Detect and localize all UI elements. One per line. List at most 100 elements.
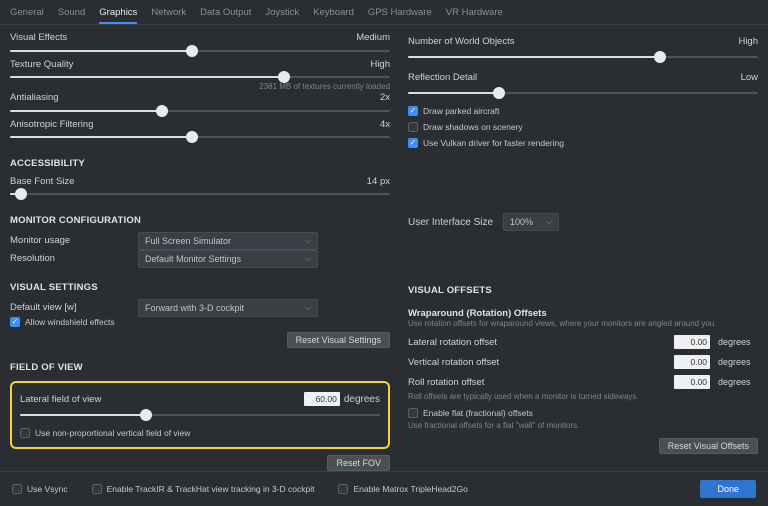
lateral-fov-input[interactable] [304,392,340,406]
tab-graphics[interactable]: Graphics [99,4,137,24]
checkbox-icon [408,408,418,418]
reflection-slider[interactable] [408,87,758,99]
texture-quality-label: Texture Quality [10,59,350,70]
default-view-value: Forward with 3-D cockpit [145,303,244,313]
monitor-usage-value: Full Screen Simulator [145,236,231,246]
settings-body: Visual EffectsMedium Texture QualityHigh… [0,25,768,471]
anisotropic-slider[interactable] [10,131,390,139]
draw-parked-label: Draw parked aircraft [423,106,500,116]
world-objects-label: Number of World Objects [408,36,718,47]
visual-settings-head: VISUAL SETTINGS [10,282,390,293]
tab-network[interactable]: Network [151,4,186,24]
base-font-value: 14 px [350,176,390,187]
checkbox-icon [20,428,30,438]
tab-sound[interactable]: Sound [58,4,85,24]
resolution-value: Default Monitor Settings [145,254,241,264]
resolution-label: Resolution [10,253,130,264]
default-view-select[interactable]: Forward with 3-D cockpit ⌵ [138,299,318,317]
wraparound-head: Wraparound (Rotation) Offsets [408,308,758,319]
allow-windshield-check[interactable]: ✓ Allow windshield effects [10,317,390,328]
monitor-usage-label: Monitor usage [10,235,130,246]
checkbox-icon [408,122,418,132]
default-view-label: Default view [w] [10,302,130,313]
base-font-slider[interactable] [10,188,390,196]
base-font-label: Base Font Size [10,176,350,187]
world-objects-value: High [718,36,758,47]
use-vsync-check[interactable]: Use Vsync [12,481,68,497]
chevron-down-icon: ⌵ [305,236,311,246]
visual-effects-value: Medium [350,32,390,43]
lateral-offset-input[interactable] [674,335,710,349]
antialiasing-slider[interactable] [10,105,390,113]
vertical-offset-input[interactable] [674,355,710,369]
use-vulkan-label: Use Vulkan driver for faster rendering [423,138,564,148]
tab-keyboard[interactable]: Keyboard [313,4,354,24]
wraparound-desc: Use rotation offsets for wraparound view… [408,319,758,328]
nonprop-fov-check[interactable]: Use non-proportional vertical field of v… [20,425,380,441]
lateral-fov-slider[interactable] [20,409,380,421]
tab-data-output[interactable]: Data Output [200,4,251,24]
visual-effects-slider[interactable] [10,45,390,53]
allow-windshield-label: Allow windshield effects [25,317,115,327]
monitor-usage-select[interactable]: Full Screen Simulator ⌵ [138,232,318,250]
checkbox-icon: ✓ [10,317,20,327]
ui-size-value: 100% [510,217,533,227]
draw-shadows-label: Draw shadows on scenery [423,122,523,132]
lateral-offset-label: Lateral rotation offset [408,337,666,348]
left-column: Visual EffectsMedium Texture QualityHigh… [10,31,390,471]
monitor-config-head: MONITOR CONFIGURATION [10,215,390,226]
checkbox-icon: ✓ [408,106,418,116]
anisotropic-value: 4x [350,119,390,130]
reset-visual-settings-button[interactable]: Reset Visual Settings [287,332,390,348]
checkbox-icon: ✓ [408,138,418,148]
roll-offset-unit: degrees [718,377,758,387]
nonprop-fov-label: Use non-proportional vertical field of v… [35,428,190,438]
visual-offsets-head: VISUAL OFFSETS [408,285,758,296]
use-vulkan-check[interactable]: ✓ Use Vulkan driver for faster rendering [408,135,758,151]
flat-offsets-label: Enable flat (fractional) offsets [423,408,533,418]
draw-shadows-check[interactable]: Draw shadows on scenery [408,119,758,135]
tab-gps-hardware[interactable]: GPS Hardware [368,4,432,24]
antialiasing-label: Antialiasing [10,92,350,103]
ui-size-select[interactable]: 100% ⌵ [503,213,559,231]
draw-parked-check[interactable]: ✓ Draw parked aircraft [408,103,758,119]
use-vsync-label: Use Vsync [27,484,68,494]
fov-head: FIELD OF VIEW [10,362,390,373]
reflection-value: Low [718,72,758,83]
resolution-select[interactable]: Default Monitor Settings⌵ [138,250,318,268]
antialiasing-value: 2x [350,92,390,103]
done-button[interactable]: Done [700,480,756,498]
reset-fov-button[interactable]: Reset FOV [327,455,390,471]
texture-quality-value: High [350,59,390,70]
texture-quality-slider[interactable] [10,71,390,79]
vertical-offset-unit: degrees [718,357,758,367]
fov-highlight-box: Lateral field of view degrees Use non-pr… [10,381,390,449]
lateral-fov-unit: degrees [344,394,380,405]
tab-joystick[interactable]: Joystick [265,4,299,24]
tab-vr-hardware[interactable]: VR Hardware [446,4,503,24]
reset-visual-offsets-button[interactable]: Reset Visual Offsets [659,438,758,454]
right-column: Number of World ObjectsHigh Reflection D… [408,31,758,471]
enable-trackir-check[interactable]: Enable TrackIR & TrackHat view tracking … [92,481,315,497]
flat-offsets-check[interactable]: Enable flat (fractional) offsets [408,405,758,421]
checkbox-icon [12,484,22,494]
enable-trackir-label: Enable TrackIR & TrackHat view tracking … [107,484,315,494]
lateral-fov-label: Lateral field of view [20,394,304,405]
roll-offset-label: Roll rotation offset [408,377,666,388]
tab-general[interactable]: General [10,4,44,24]
roll-offset-input[interactable] [674,375,710,389]
vertical-offset-label: Vertical rotation offset [408,357,666,368]
visual-effects-label: Visual Effects [10,32,350,43]
reflection-label: Reflection Detail [408,72,718,83]
ui-size-label: User Interface Size [408,217,493,228]
tab-bar: General Sound Graphics Network Data Outp… [0,0,768,25]
texture-note: 2381 MB of textures currently loaded [10,82,390,91]
enable-matrox-check[interactable]: Enable Matrox TripleHead2Go [338,481,467,497]
accessibility-head: ACCESSIBILITY [10,158,390,169]
lateral-offset-unit: degrees [718,337,758,347]
world-objects-slider[interactable] [408,51,758,63]
chevron-down-icon: ⌵ [305,303,311,313]
checkbox-icon [338,484,348,494]
flat-desc: Use fractional offsets for a flat "wall"… [408,421,758,430]
chevron-down-icon: ⌵ [546,217,552,227]
